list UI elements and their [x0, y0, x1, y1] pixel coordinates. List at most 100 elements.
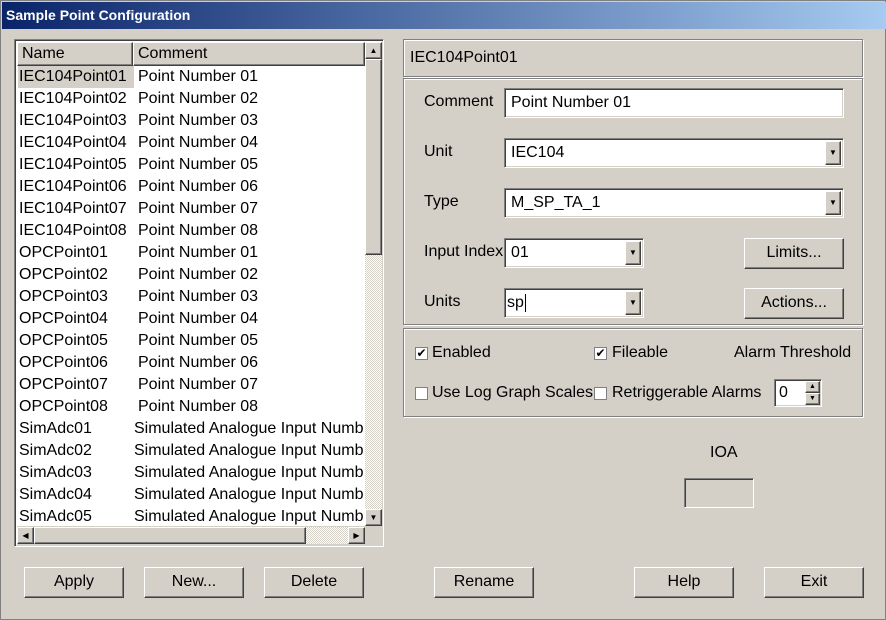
- scroll-right-button[interactable]: ▶: [348, 527, 365, 544]
- list-item[interactable]: OPCPoint07 Point Number 07: [17, 374, 365, 396]
- list-item-name: SimAdc03: [19, 464, 92, 481]
- type-label: Type: [424, 193, 459, 210]
- config-window: Sample Point Configuration Name Comment …: [0, 0, 886, 620]
- input-index-dropdown[interactable]: 01 ▼: [504, 238, 644, 268]
- rename-button[interactable]: Rename: [434, 567, 534, 598]
- input-index-value: 01: [511, 244, 529, 261]
- scroll-corner: [365, 526, 382, 545]
- horizontal-scrollbar[interactable]: ◀ ▶: [17, 526, 365, 545]
- scroll-down-button[interactable]: ▼: [365, 509, 382, 526]
- list-item-name: IEC104Point02: [19, 90, 127, 107]
- list-item[interactable]: IEC104Point05 Point Number 05: [17, 154, 365, 176]
- units-dropdown-arrow-icon[interactable]: ▼: [625, 291, 641, 315]
- list-item[interactable]: OPCPoint06 Point Number 06: [17, 352, 365, 374]
- list-item-comment: Point Number 01: [138, 68, 259, 85]
- alarm-threshold-value[interactable]: 0: [779, 384, 788, 401]
- list-item-comment: Point Number 08: [138, 222, 259, 239]
- list-item[interactable]: IEC104Point08 Point Number 08: [17, 220, 365, 242]
- list-item-comment: Point Number 07: [138, 376, 259, 393]
- list-item[interactable]: SimAdc03 Simulated Analogue Input Numb: [17, 462, 365, 484]
- list-item[interactable]: IEC104Point04 Point Number 04: [17, 132, 365, 154]
- list-item-name: SimAdc01: [19, 420, 92, 437]
- units-value[interactable]: sp: [507, 294, 524, 311]
- list-item-comment: Point Number 08: [138, 398, 259, 415]
- spin-down-icon[interactable]: ▼: [805, 393, 820, 405]
- help-button[interactable]: Help: [634, 567, 734, 598]
- spin-up-icon[interactable]: ▲: [805, 381, 820, 393]
- vertical-scroll-thumb[interactable]: [365, 59, 382, 255]
- list-item[interactable]: IEC104Point01 Point Number 01: [17, 66, 365, 88]
- list-item[interactable]: SimAdc04 Simulated Analogue Input Numb: [17, 484, 365, 506]
- list-item-name: IEC104Point03: [19, 112, 127, 129]
- list-item-comment: Point Number 01: [138, 244, 259, 261]
- limits-button[interactable]: Limits...: [744, 238, 844, 269]
- column-header-comment[interactable]: Comment: [133, 42, 365, 66]
- input-index-dropdown-arrow-icon[interactable]: ▼: [625, 241, 641, 265]
- list-item[interactable]: IEC104Point06 Point Number 06: [17, 176, 365, 198]
- list-item[interactable]: OPCPoint02 Point Number 02: [17, 264, 365, 286]
- window-title: Sample Point Configuration: [2, 2, 886, 29]
- list-item-comment: Simulated Analogue Input Numb: [134, 420, 364, 437]
- selected-point-name: IEC104Point01: [403, 39, 863, 77]
- unit-dropdown-arrow-icon[interactable]: ▼: [825, 141, 841, 165]
- list-item[interactable]: OPCPoint01 Point Number 01: [17, 242, 365, 264]
- list-item[interactable]: OPCPoint03 Point Number 03: [17, 286, 365, 308]
- delete-button[interactable]: Delete: [264, 567, 364, 598]
- log-graph-label[interactable]: Use Log Graph Scales: [432, 384, 593, 402]
- scroll-left-button[interactable]: ◀: [17, 527, 34, 544]
- list-item-name: OPCPoint04: [19, 310, 108, 327]
- horizontal-scroll-thumb[interactable]: [34, 527, 306, 544]
- list-item[interactable]: OPCPoint05 Point Number 05: [17, 330, 365, 352]
- log-graph-checkbox[interactable]: [415, 387, 428, 400]
- new-button[interactable]: New...: [144, 567, 244, 598]
- list-item-name: IEC104Point04: [19, 134, 127, 151]
- enabled-checkbox[interactable]: ✔: [415, 347, 428, 360]
- list-item-name: SimAdc05: [19, 508, 92, 525]
- list-item-comment: Point Number 04: [138, 134, 259, 151]
- ioa-field: [684, 478, 754, 508]
- list-item-name: OPCPoint03: [19, 288, 108, 305]
- exit-button[interactable]: Exit: [764, 567, 864, 598]
- fileable-checkbox[interactable]: ✔: [594, 347, 607, 360]
- list-item-name: OPCPoint08: [19, 398, 108, 415]
- list-item-name: OPCPoint02: [19, 266, 108, 283]
- alarm-threshold-label: Alarm Threshold: [734, 344, 852, 361]
- list-item[interactable]: SimAdc05 Simulated Analogue Input Numb: [17, 506, 365, 528]
- scroll-up-button[interactable]: ▲: [365, 42, 382, 59]
- list-item-comment: Point Number 02: [138, 90, 259, 107]
- type-dropdown[interactable]: M_SP_TA_1 ▼: [504, 188, 844, 218]
- list-item-name: IEC104Point08: [19, 222, 127, 239]
- ioa-label: IOA: [710, 444, 738, 461]
- list-item-name: OPCPoint07: [19, 376, 108, 393]
- vertical-scrollbar[interactable]: ▲ ▼: [365, 42, 382, 526]
- column-header-name[interactable]: Name: [17, 42, 133, 66]
- list-item[interactable]: IEC104Point02 Point Number 02: [17, 88, 365, 110]
- list-item[interactable]: OPCPoint08 Point Number 08: [17, 396, 365, 418]
- units-dropdown[interactable]: sp ▼: [504, 288, 644, 318]
- point-list[interactable]: Name Comment IEC104Point01 Point Number 0…: [14, 39, 384, 547]
- alarm-threshold-spinner[interactable]: 0 ▲ ▼: [774, 379, 822, 407]
- list-item[interactable]: SimAdc01 Simulated Analogue Input Numb: [17, 418, 365, 440]
- actions-button[interactable]: Actions...: [744, 288, 844, 319]
- fileable-label[interactable]: Fileable: [612, 344, 668, 362]
- unit-label: Unit: [424, 143, 453, 160]
- list-item-name: IEC104Point01: [18, 66, 134, 88]
- list-item-comment: Point Number 03: [138, 112, 259, 129]
- list-item[interactable]: IEC104Point07 Point Number 07: [17, 198, 365, 220]
- unit-dropdown[interactable]: IEC104 ▼: [504, 138, 844, 168]
- retriggerable-checkbox[interactable]: [594, 387, 607, 400]
- enabled-label[interactable]: Enabled: [432, 344, 491, 362]
- text-cursor: [524, 293, 526, 312]
- list-item[interactable]: IEC104Point03 Point Number 03: [17, 110, 365, 132]
- type-dropdown-arrow-icon[interactable]: ▼: [825, 191, 841, 215]
- apply-button[interactable]: Apply: [24, 567, 124, 598]
- list-rows: IEC104Point01 Point Number 01 IEC104Point0…: [17, 66, 365, 562]
- units-label: Units: [424, 293, 461, 310]
- list-item[interactable]: SimAdc02 Simulated Analogue Input Numb: [17, 440, 365, 462]
- list-item-comment: Simulated Analogue Input Numb: [134, 486, 364, 503]
- horizontal-scroll-track[interactable]: [306, 527, 348, 544]
- list-item-comment: Point Number 05: [138, 156, 259, 173]
- retriggerable-label[interactable]: Retriggerable Alarms: [612, 384, 761, 402]
- list-item[interactable]: OPCPoint04 Point Number 04: [17, 308, 365, 330]
- comment-field[interactable]: Point Number 01: [504, 88, 844, 118]
